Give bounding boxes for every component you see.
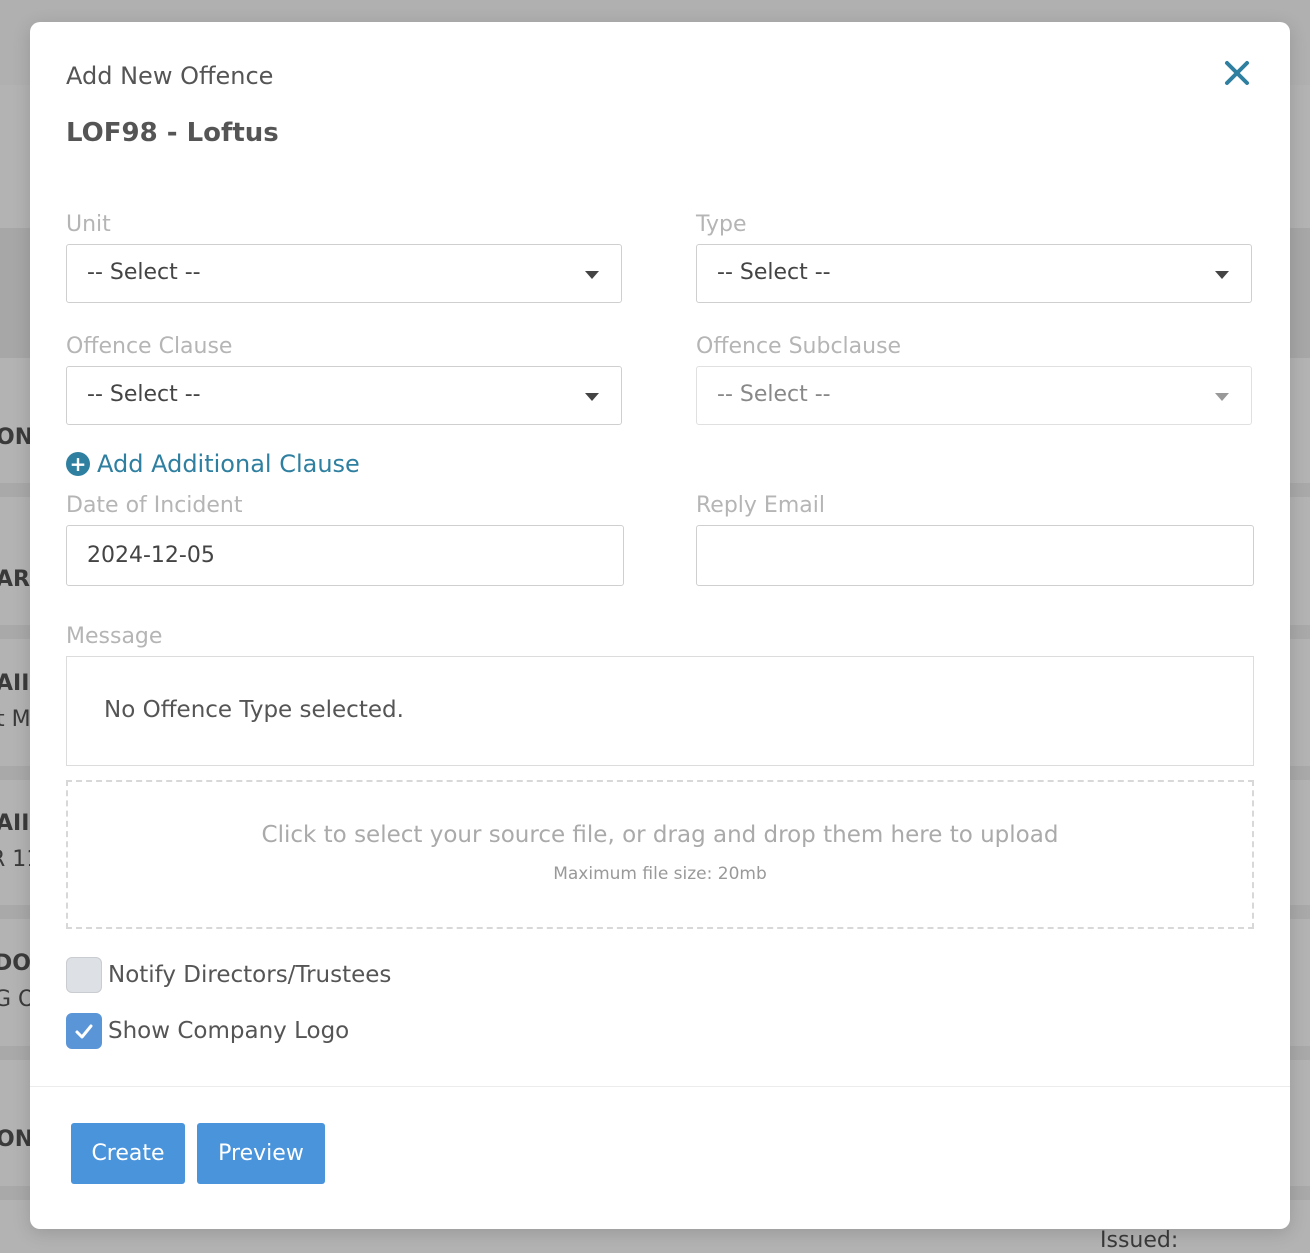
date-of-incident-label: Date of Incident	[66, 493, 243, 518]
bg-fragment: Issued:	[1100, 1228, 1179, 1253]
unit-select[interactable]: -- Select --	[66, 244, 622, 303]
show-company-logo-checkbox[interactable]	[66, 1013, 102, 1049]
chevron-down-icon	[585, 393, 599, 401]
notify-directors-checkbox[interactable]	[66, 957, 102, 993]
bg-fragment: t M	[0, 707, 31, 732]
notify-directors-checkbox-row[interactable]: Notify Directors/Trustees	[66, 957, 391, 993]
bg-fragment: ON	[0, 425, 34, 450]
add-additional-clause-label: Add Additional Clause	[97, 450, 360, 478]
bg-fragment: AII	[0, 811, 30, 836]
chevron-down-icon	[585, 271, 599, 279]
unit-select-value: -- Select --	[87, 260, 201, 285]
chevron-down-icon	[1215, 271, 1229, 279]
message-text: No Offence Type selected.	[104, 697, 404, 723]
date-of-incident-input[interactable]	[66, 525, 624, 586]
chevron-down-icon	[1215, 393, 1229, 401]
upload-instructions: Click to select your source file, or dra…	[261, 822, 1059, 848]
offence-clause-label: Offence Clause	[66, 334, 233, 359]
offence-subclause-select[interactable]: -- Select --	[696, 366, 1252, 425]
reply-email-label: Reply Email	[696, 493, 825, 518]
type-select[interactable]: -- Select --	[696, 244, 1252, 303]
type-label: Type	[696, 212, 747, 237]
modal-subtitle: LOF98 - Loftus	[66, 118, 279, 148]
type-select-value: -- Select --	[717, 260, 831, 285]
create-button[interactable]: Create	[71, 1123, 185, 1184]
unit-label: Unit	[66, 212, 111, 237]
show-company-logo-label: Show Company Logo	[108, 1018, 350, 1044]
bg-fragment: AII	[0, 671, 30, 696]
footer-divider	[30, 1086, 1290, 1087]
preview-button[interactable]: Preview	[197, 1123, 325, 1184]
upload-size-limit: Maximum file size: 20mb	[553, 864, 767, 884]
message-label: Message	[66, 624, 163, 649]
reply-email-input[interactable]	[696, 525, 1254, 586]
modal-title: Add New Offence	[66, 62, 274, 90]
add-additional-clause-link[interactable]: + Add Additional Clause	[66, 450, 360, 478]
bg-fragment: AR	[0, 567, 30, 592]
offence-clause-select[interactable]: -- Select --	[66, 366, 622, 425]
notify-directors-label: Notify Directors/Trustees	[108, 962, 392, 988]
file-upload-dropzone[interactable]: Click to select your source file, or dra…	[66, 780, 1254, 929]
show-company-logo-checkbox-row[interactable]: Show Company Logo	[66, 1013, 349, 1049]
plus-circle-icon: +	[66, 452, 90, 476]
offence-subclause-value: -- Select --	[717, 382, 831, 407]
bg-fragment: ON	[0, 1127, 34, 1152]
checkmark-icon	[75, 1024, 93, 1039]
add-offence-modal: Add New Offence LOF98 - Loftus Unit -- S…	[30, 22, 1290, 1229]
message-box[interactable]: No Offence Type selected.	[66, 656, 1254, 766]
close-icon[interactable]	[1220, 56, 1254, 90]
offence-subclause-label: Offence Subclause	[696, 334, 902, 359]
offence-clause-value: -- Select --	[87, 382, 201, 407]
